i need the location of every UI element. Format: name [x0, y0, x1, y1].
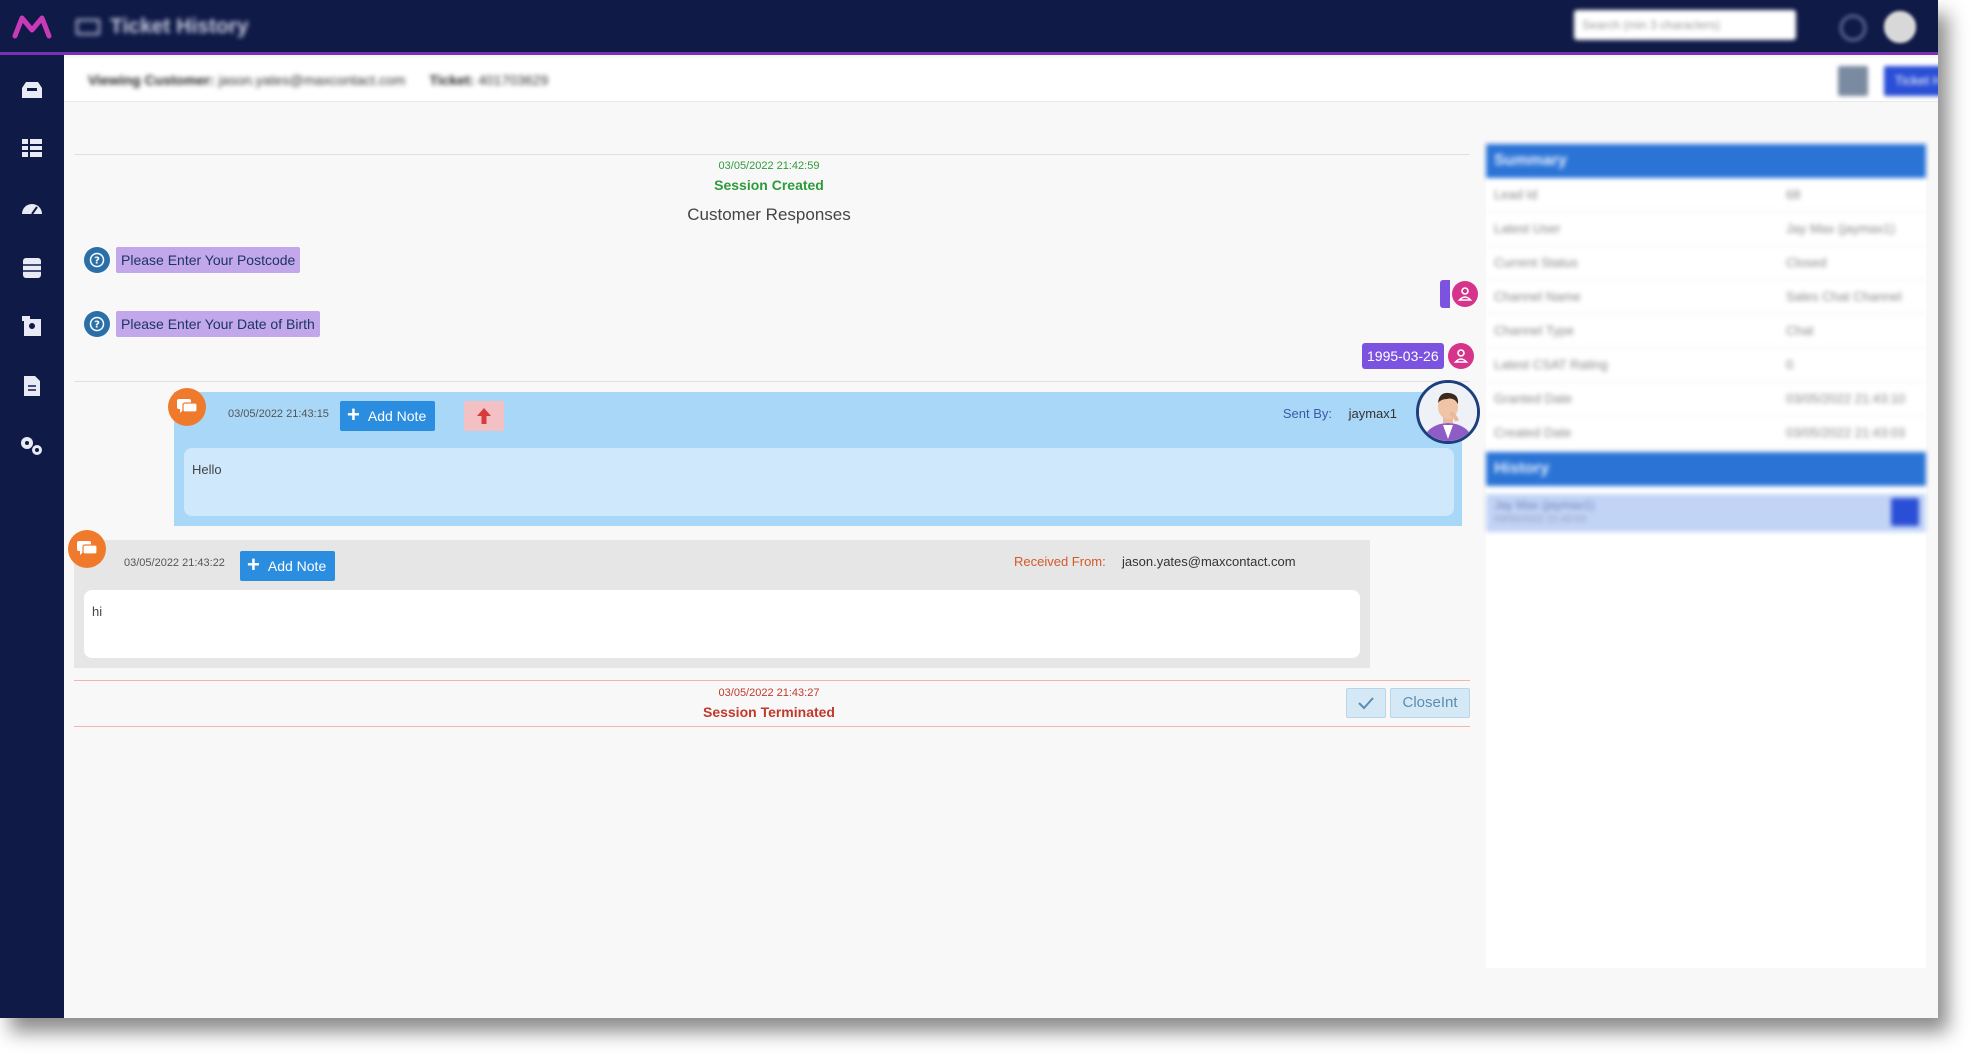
customer-responses-title: Customer Responses [687, 205, 851, 224]
checkmark-icon [1358, 697, 1374, 710]
maxcontact-logo[interactable] [12, 14, 52, 40]
received-message: 03/05/2022 21:43:22 + Add Note Received … [74, 540, 1370, 668]
page-heading: Ticket History [76, 14, 249, 40]
agent-avatar [1416, 380, 1480, 444]
summary-row: Created Date 03/05/2022 21:43:03 [1486, 416, 1926, 450]
inbox-icon[interactable] [18, 77, 46, 103]
answer-bubble-empty [1440, 280, 1450, 308]
svg-text:?: ? [94, 320, 100, 331]
user-avatar[interactable] [1884, 11, 1916, 43]
message-time: 03/05/2022 21:43:22 [124, 557, 225, 569]
add-note-label: Add Note [367, 408, 427, 424]
help-icon[interactable] [1840, 15, 1866, 41]
question-icon: ? [84, 247, 110, 273]
history-header: History [1486, 452, 1926, 486]
search-input[interactable]: Search (min 3 characters) [1574, 10, 1796, 40]
summary-row: Latest CSAT Rating 0 [1486, 348, 1926, 382]
summary-row: Current Status Closed [1486, 246, 1926, 280]
summary-row: Channel Name Sales Chat Channel [1486, 280, 1926, 314]
chat-icon [68, 530, 106, 568]
history-item[interactable]: Jay Max (jaymax1) 03/05/2022 21:43:03 [1486, 494, 1926, 532]
question-date-of-birth: ? Please Enter Your Date of Birth [84, 311, 320, 337]
question-postcode: ? Please Enter Your Postcode [84, 247, 301, 273]
ticket-icon [76, 19, 100, 35]
sent-message: 03/05/2022 21:43:15 + Add Note Sent By: … [174, 392, 1462, 526]
summary-row: Latest User Jay Max (jaymax1) [1486, 212, 1926, 246]
expand-button[interactable] [1838, 66, 1868, 96]
customer-info: Viewing Customer: jason.yates@maxcontact… [88, 72, 406, 88]
divider [74, 381, 1470, 382]
app-window: Ticket History Search (min 3 characters) [0, 0, 1938, 1018]
ticket-history-button[interactable]: Ticket History [1884, 66, 1938, 96]
chat-icon [168, 388, 206, 426]
top-bar: Ticket History Search (min 3 characters) [0, 0, 1938, 55]
add-note-button[interactable]: + Add Note [340, 401, 436, 431]
question-bubble: Please Enter Your Date of Birth [116, 311, 320, 337]
ticket-subheader: Viewing Customer: jason.yates@maxcontact… [64, 58, 1938, 102]
page-title: Ticket History [110, 15, 249, 38]
received-from-label: Received From: [1014, 554, 1106, 569]
answer-bubble: 1995-03-26 [1362, 343, 1444, 369]
sent-by-value: jaymax1 [1348, 406, 1397, 421]
divider [74, 726, 1470, 727]
message-body: hi [84, 590, 1360, 658]
session-created-time: 03/05/2022 21:42:59 [718, 160, 820, 172]
received-from-value: jason.yates@maxcontact.com [1122, 554, 1296, 569]
closeint-button[interactable]: CloseInt [1390, 688, 1470, 718]
customer-icon [1452, 281, 1478, 307]
sent-by-label: Sent By: [1282, 406, 1332, 421]
upload-arrow-button[interactable] [464, 401, 504, 431]
document-icon[interactable] [18, 373, 46, 399]
divider [74, 680, 1470, 681]
dashboard-icon[interactable] [18, 195, 46, 221]
summary-row: Lead Id 68 [1486, 178, 1926, 212]
arrow-up-icon [477, 408, 491, 424]
sidebar [0, 55, 64, 1018]
message-body: Hello [184, 448, 1454, 516]
ticket-id-info: Ticket: 401703629 [429, 72, 549, 88]
ticket-details-panel: Summary Lead Id 68 Latest User Jay Max (ja… [1486, 144, 1926, 968]
restore-icon[interactable] [1891, 498, 1919, 526]
settings-icon[interactable] [18, 433, 46, 459]
database-icon[interactable] [18, 255, 46, 281]
summary-header: Summary [1486, 144, 1926, 178]
ticket-info: Viewing Customer: jason.yates@maxcontact… [88, 72, 548, 88]
customer-icon [1447, 343, 1474, 369]
summary-row: Channel Type Chat [1486, 314, 1926, 348]
session-created-label: Session Created [714, 177, 824, 193]
summary-row: Granted Date 03/05/2022 21:43:10 [1486, 382, 1926, 416]
add-note-label: Add Note [267, 558, 327, 574]
add-note-button[interactable]: + Add Note [240, 551, 336, 581]
question-icon: ? [84, 311, 110, 337]
question-bubble: Please Enter Your Postcode [116, 247, 301, 273]
plus-icon: + [347, 402, 360, 427]
plus-icon: + [247, 552, 260, 577]
conversation-panel: 03/05/2022 21:42:59 Session Created Cust… [64, 102, 1478, 1018]
answer-postcode [1440, 280, 1478, 308]
message-time: 03/05/2022 21:43:15 [228, 408, 329, 420]
divider [74, 154, 1470, 155]
answer-date-of-birth: 1995-03-26 [1362, 343, 1474, 369]
svg-text:?: ? [94, 256, 100, 267]
confirm-button[interactable] [1346, 688, 1386, 718]
contacts-icon[interactable] [18, 313, 46, 339]
grid-icon[interactable] [18, 135, 46, 161]
session-terminated-label: Session Terminated [702, 704, 835, 720]
session-terminated-time: 03/05/2022 21:43:27 [718, 687, 820, 699]
